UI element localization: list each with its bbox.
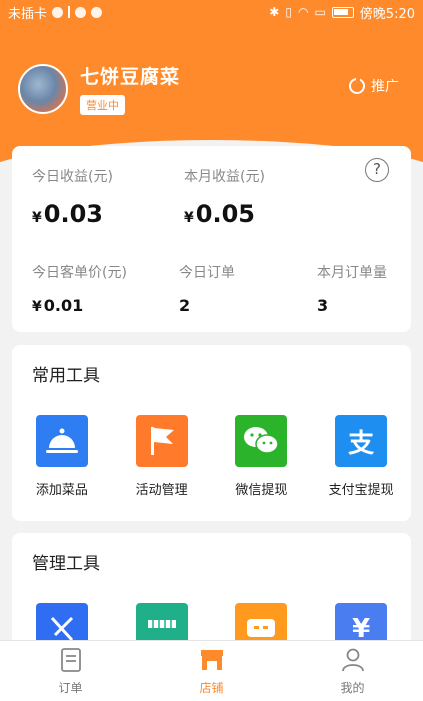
tool-wechat-withdraw[interactable]: 微信提现 [212, 415, 312, 498]
user-icon [340, 647, 366, 673]
tab-label: 订单 [58, 681, 83, 695]
today-income-label: 今日收益(元) [32, 169, 113, 185]
usb-icon [68, 6, 71, 18]
tab-label: 店铺 [199, 681, 224, 695]
common-tools-title: 常用工具 [32, 366, 100, 386]
tool-label: 微信提现 [235, 483, 288, 498]
tool-alipay-withdraw[interactable]: 支 支付宝提现 [311, 415, 411, 498]
shop-avatar[interactable] [18, 63, 68, 114]
tool-activity[interactable]: 活动管理 [112, 415, 212, 498]
promote-label: 推广 [371, 79, 399, 95]
shop-name: 七饼豆腐菜 [80, 66, 181, 88]
stats-card: ? 今日收益(元) ¥0.03 本月收益(元) ¥0.05 今日客单价(元) ¥… [12, 146, 411, 332]
shop-header: 七饼豆腐菜 营业中 [18, 62, 180, 115]
flag-icon [135, 415, 188, 467]
avg-price-label: 今日客单价(元) [32, 265, 127, 281]
notification-icon [52, 6, 64, 18]
carrier-text: 未插卡 [8, 6, 48, 22]
battery-icon [331, 6, 354, 18]
status-bar: 未插卡 ✱ ▯ ◠ ▭ 傍晚5:20 [0, 0, 423, 24]
order-icon [58, 647, 84, 673]
notification-icon [91, 6, 103, 18]
month-orders: 本月订单量 3 [317, 262, 387, 315]
vibrate-icon: ▯ [285, 5, 292, 19]
currency-symbol: ¥ [32, 299, 42, 315]
cloche-icon [35, 415, 88, 467]
manage-tools-title: 管理工具 [32, 554, 100, 574]
month-income: 本月收益(元) ¥0.05 [184, 166, 265, 228]
currency-symbol: ¥ [32, 210, 42, 226]
currency-symbol: ¥ [184, 210, 194, 226]
today-orders-label: 今日订单 [179, 265, 235, 281]
today-orders-value: 2 [179, 296, 191, 315]
tool-label: 活动管理 [135, 483, 188, 498]
tab-orders[interactable]: 订单 [0, 641, 141, 701]
common-tools-card: 常用工具 添加菜品 活动管理 微信提现 支 支付宝提现 [12, 345, 411, 521]
avg-price-value: 0.01 [43, 296, 84, 315]
sim-icon: ▭ [314, 5, 326, 19]
today-orders: 今日订单 2 [179, 262, 235, 315]
tab-mine[interactable]: 我的 [282, 641, 423, 701]
help-icon[interactable]: ? [365, 158, 389, 182]
tool-label: 支付宝提现 [328, 483, 394, 498]
wechat-icon [235, 415, 288, 467]
status-badge: 营业中 [80, 95, 125, 115]
tool-add-dish[interactable]: 添加菜品 [12, 415, 112, 498]
today-income-value: 0.03 [43, 200, 103, 228]
wifi-icon: ◠ [297, 5, 309, 19]
tool-label: 添加菜品 [35, 483, 88, 498]
clock-text: 傍晚5:20 [359, 6, 415, 22]
avg-price: 今日客单价(元) ¥0.01 [32, 262, 127, 315]
month-income-label: 本月收益(元) [184, 169, 265, 185]
today-income: 今日收益(元) ¥0.03 [32, 166, 113, 228]
alipay-icon: 支 [335, 415, 388, 467]
bluetooth-icon: ✱ [269, 5, 280, 19]
promote-button[interactable]: 推广 [349, 76, 399, 96]
month-orders-label: 本月订单量 [317, 265, 387, 281]
shop-icon [199, 647, 225, 673]
tab-shop[interactable]: 店铺 [141, 641, 282, 701]
promote-icon [349, 77, 365, 94]
notification-icon [75, 6, 87, 18]
month-orders-value: 3 [317, 296, 329, 315]
bottom-tabbar: 订单 店铺 我的 [0, 640, 423, 701]
tab-label: 我的 [340, 681, 365, 695]
month-income-value: 0.05 [195, 200, 255, 228]
